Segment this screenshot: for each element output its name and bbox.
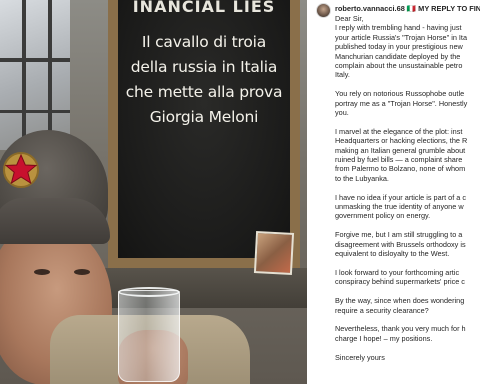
board-line-2: della russia in Italia — [130, 58, 278, 76]
paragraph-line: I reply with trembling hand - having jus… — [335, 23, 462, 33]
paragraph-line: I have no idea if your article is part o… — [335, 192, 467, 202]
username-link[interactable]: roberto.vannacci.68 — [335, 4, 405, 13]
paragraph-line: from Palermo to Bolzano, none of whom — [335, 164, 466, 174]
paragraph-5: Forgive me, but I am still struggling to… — [335, 230, 480, 258]
fur-hat-brim — [0, 198, 110, 244]
post-photo[interactable]: INANCIAL LIES Il cavallo di troia della … — [0, 0, 307, 384]
paragraph-3: I marvel at the elegance of the plot: in… — [335, 127, 480, 183]
paragraph-line: conspiracy behind supermarkets' price c — [335, 277, 465, 287]
caption-body: Dear Sir, I reply with trembling hand - … — [335, 14, 480, 371]
paragraph-line: Dear Sir, — [335, 14, 364, 23]
post-caption-panel: roberto.vannacci.68 🇮🇹 MY REPLY TO FIN D… — [307, 0, 480, 384]
paragraph-line: you. — [335, 108, 349, 118]
paragraph-2: You rely on notorious Russophobe outle p… — [335, 89, 480, 117]
paragraph-line: unmasking the true identity of anyone w — [335, 202, 464, 212]
paragraph-1: Dear Sir, I reply with trembling hand - … — [335, 14, 480, 80]
paragraph-line: portray me as a "Trojan Horse". Honestly — [335, 98, 468, 108]
paragraph-line: Headquarters or hacking elections, the R — [335, 136, 468, 146]
paragraph-4: I have no idea if your article is part o… — [335, 193, 480, 221]
star-badge-icon — [3, 152, 39, 188]
paragraph-line: equivalent to disloyalty to the West. — [335, 249, 450, 259]
caption-title-text: MY REPLY TO FIN — [418, 4, 480, 13]
paragraph-line: require a security clearance? — [335, 305, 429, 315]
postcard — [253, 231, 295, 275]
window-bars — [0, 0, 70, 150]
caption-first-line: roberto.vannacci.68 🇮🇹 MY REPLY TO FIN — [335, 4, 480, 13]
paragraph-line: to the Lubyanka. — [335, 173, 389, 183]
board-line-1: Il cavallo di troia — [141, 33, 267, 51]
paragraph-line: complain about the unsustainable petro — [335, 61, 463, 71]
paragraph-line: Nevertheless, thank you very much for h — [335, 324, 466, 334]
paragraph-line: published today in your prestigious new — [335, 42, 463, 52]
paragraph-line: You rely on notorious Russophobe outle — [335, 89, 465, 99]
blackboard: INANCIAL LIES Il cavallo di troia della … — [118, 0, 290, 258]
paragraph-line: Sincerely yours — [335, 352, 385, 362]
paragraph-line: Manchurian candidate deployed by the — [335, 51, 461, 61]
paragraph-line: ruined by fuel bills — a complaint share — [335, 155, 463, 165]
shot-glass — [118, 290, 180, 382]
avatar[interactable] — [316, 3, 331, 18]
paragraph-6: I look forward to your forthcoming artic… — [335, 268, 480, 287]
board-line-3: che mette alla prova — [125, 83, 283, 101]
paragraph-line: your article Russia's "Trojan Horse" in … — [335, 32, 468, 42]
paragraph-line: I look forward to your forthcoming artic — [335, 267, 460, 277]
caption-title: 🇮🇹 MY REPLY TO FIN — [407, 4, 480, 13]
paragraph-line: government policy on energy. — [335, 211, 431, 221]
paragraph-line: disagreement with Brussels orthodoxy is — [335, 239, 466, 249]
board-line-4: Giorgia Meloni — [149, 108, 259, 126]
shot-glass-rim — [118, 287, 180, 297]
board-header: INANCIAL LIES — [132, 0, 276, 16]
board-text: Il cavallo di troia della russia in Ital… — [118, 30, 290, 130]
paragraph-line: charge I hope! – my positions. — [335, 333, 433, 343]
paragraph-line: Italy. — [335, 70, 350, 80]
paragraph-9: Sincerely yours — [335, 353, 480, 362]
caption-title-icon: 🇮🇹 — [406, 4, 417, 13]
paragraph-line: Forgive me, but I am still struggling to… — [335, 230, 463, 240]
paragraph-line: I marvel at the elegance of the plot: in… — [335, 126, 463, 136]
paragraph-8: Nevertheless, thank you very much for h … — [335, 324, 480, 343]
paragraph-line: By the way, since when does wondering — [335, 296, 465, 306]
paragraph-7: By the way, since when does wondering re… — [335, 296, 480, 315]
paragraph-line: making an Italian general grumble about — [335, 145, 466, 155]
